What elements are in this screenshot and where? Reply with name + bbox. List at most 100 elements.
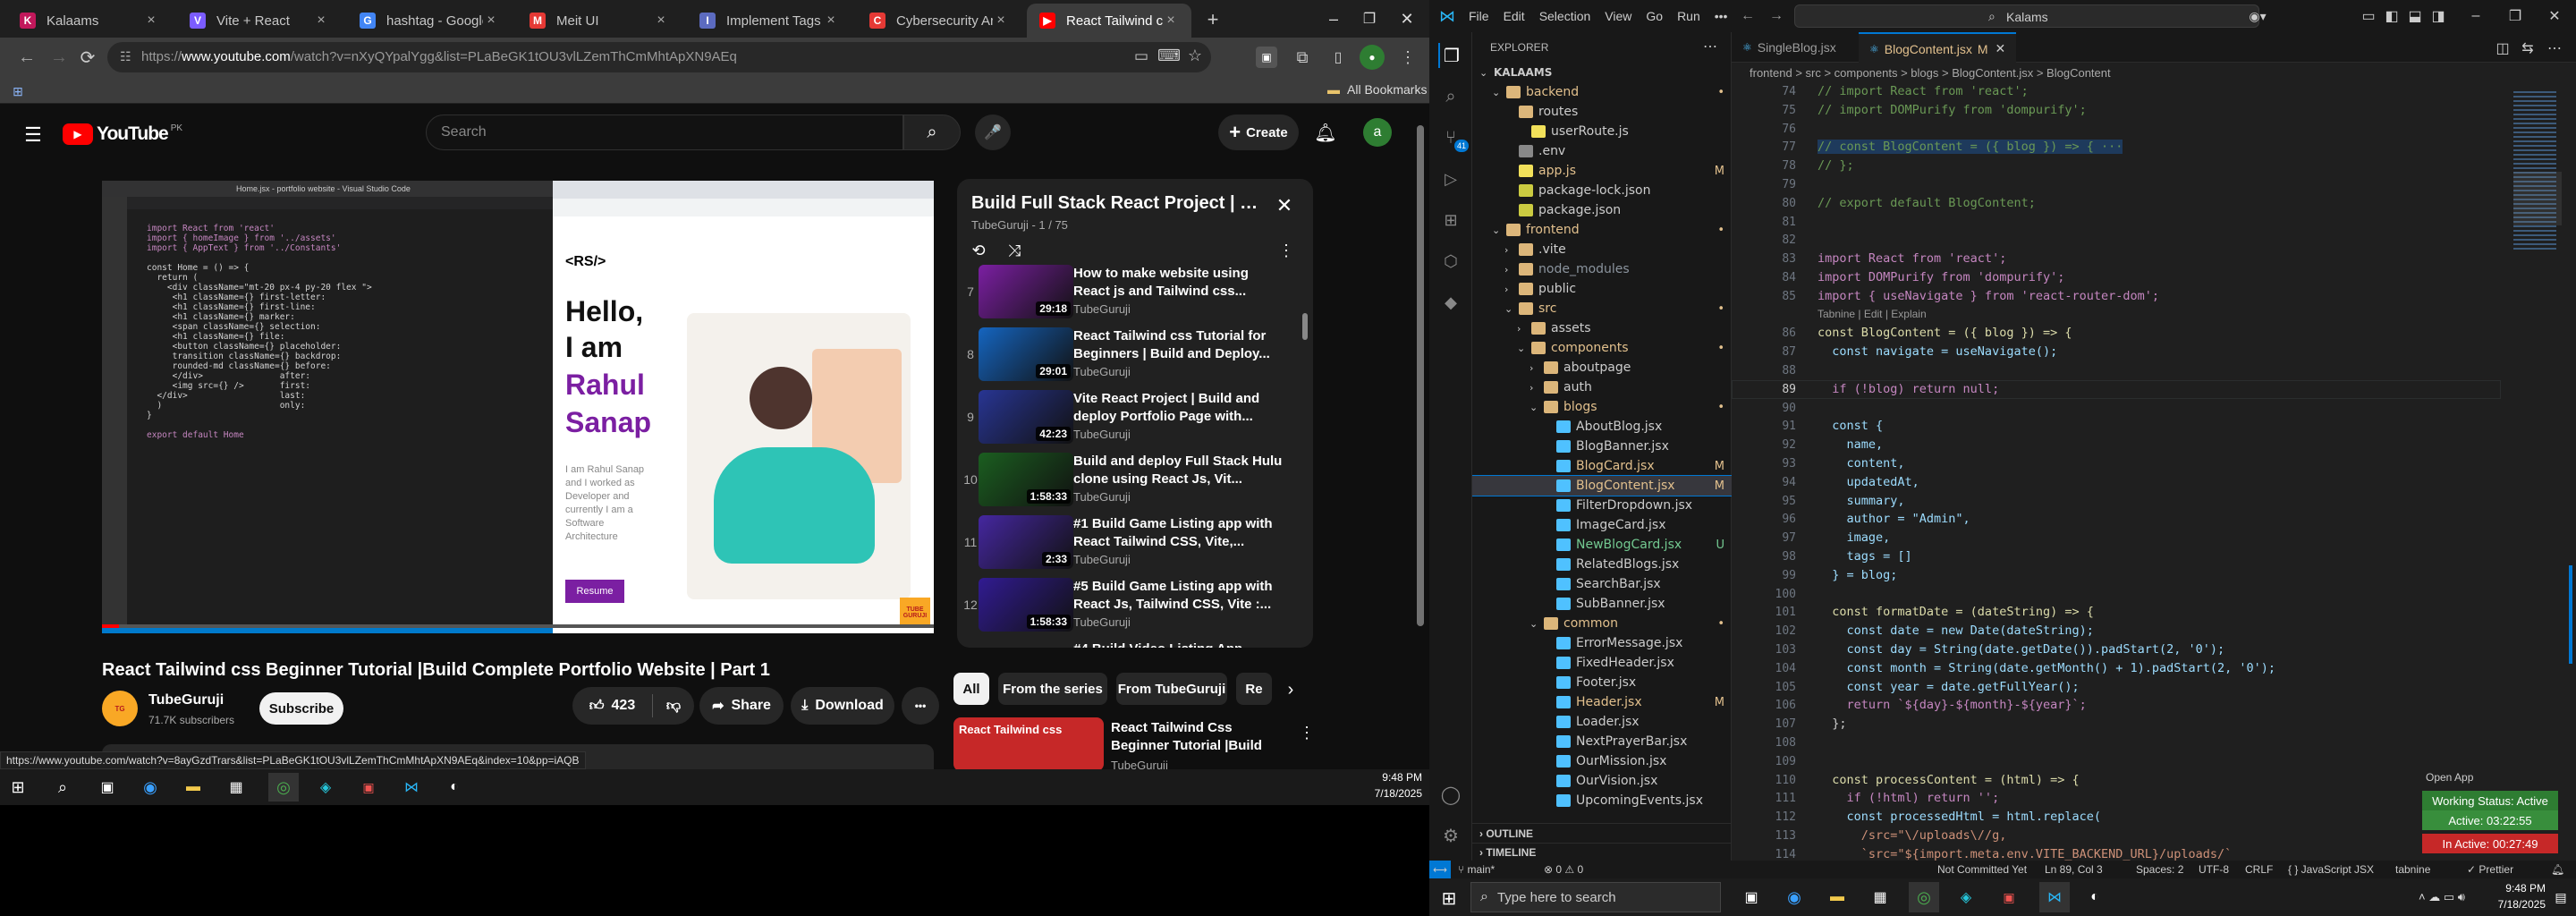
playlist-item[interactable]: 8 29:01 React Tailwind css Tutorial for Be… [957, 324, 1313, 386]
start-icon[interactable]: ⊞ [1438, 887, 1460, 909]
code-lens[interactable]: Tabnine | Edit | Explain [1818, 308, 1927, 320]
browser-tab[interactable]: Ghashtag - Google Sea× [347, 4, 512, 38]
sidepanel-icon[interactable]: ▯ [1327, 47, 1349, 68]
tree-file[interactable]: userRoute.js [1472, 122, 1732, 141]
explorer-more-icon[interactable]: ⋯ [1701, 38, 1719, 55]
file-explorer-icon[interactable]: ▬ [1826, 886, 1848, 908]
search-icon[interactable]: ⌕ [903, 114, 961, 150]
split-editor-icon[interactable]: ◫ [2494, 39, 2512, 57]
tab-close-icon[interactable]: × [143, 13, 159, 29]
line-endings[interactable]: CRLF [2245, 863, 2273, 876]
video-player[interactable]: Home.jsx - portfolio website - Visual St… [102, 181, 934, 633]
share-button[interactable]: ➦ Share [699, 687, 784, 725]
subscribe-button[interactable]: Subscribe [259, 692, 343, 725]
download-button[interactable]: ⤓ Download [791, 687, 894, 725]
tree-folder[interactable]: routes [1472, 102, 1732, 122]
tree-file[interactable]: BlogContent.jsx M [1472, 475, 1732, 496]
address-bar[interactable]: ☷ https://www.youtube.com/watch?v=nXyQYp… [107, 42, 1211, 72]
tree-folder[interactable]: › aboutpage [1472, 358, 1732, 377]
code-area[interactable]: 74 // import React from 'react'; 75 // impo… [1732, 82, 2501, 861]
tree-file[interactable]: NextPrayerBar.jsx [1472, 732, 1732, 751]
channel-name[interactable]: TubeGuruji [148, 692, 224, 708]
tree-folder[interactable]: › public [1472, 279, 1732, 299]
search-input[interactable]: Search [426, 114, 903, 150]
playlist-item[interactable]: 9 42:23 Vite React Project | Build and dep… [957, 386, 1313, 449]
tabnine-status[interactable]: tabnine [2395, 863, 2430, 876]
settings-gear-icon[interactable]: ⚙ [1438, 823, 1463, 848]
git-branch[interactable]: ⑂ main* [1458, 863, 1495, 876]
tab-close-icon[interactable]: × [313, 13, 329, 29]
new-tab-icon[interactable]: + [1200, 7, 1225, 32]
url-text[interactable]: https://www.youtube.com/watch?v=nXyQYpal… [141, 49, 1089, 64]
panel-toggle-icon[interactable]: ⬓ [2406, 7, 2424, 25]
menu-item[interactable]: ••• [1715, 9, 1728, 23]
explorer-icon[interactable]: ❐ [1438, 43, 1463, 68]
all-bookmarks[interactable]: ▬ All Bookmarks [1327, 82, 1427, 97]
menu-item[interactable]: Run [1677, 9, 1700, 23]
apps-grid-icon[interactable]: ⊞ [9, 82, 27, 100]
tab-blogcontent[interactable]: ⚛ BlogContent.jsx M ✕ [1859, 32, 2016, 64]
tree-file[interactable]: .env [1472, 141, 1732, 161]
chip-all[interactable]: All [953, 673, 989, 705]
tree-folder[interactable]: ⌄ src • [1472, 299, 1732, 318]
tab-close-icon[interactable]: × [993, 13, 1009, 29]
tree-folder[interactable]: › node_modules [1472, 259, 1732, 279]
bookmark-star-icon[interactable]: ☆ [1188, 47, 1202, 65]
tree-file[interactable]: FilterDropdown.jsx [1472, 496, 1732, 515]
app-icon[interactable]: ◈ [1955, 886, 1977, 908]
command-center[interactable]: ⌕ Kalams [1794, 4, 2259, 28]
problems-indicator[interactable]: ⊗ 0 ⚠ 0 [1544, 863, 1583, 876]
mic-icon[interactable]: 🎤 [975, 114, 1011, 150]
timeline-section[interactable]: › TIMELINE [1472, 843, 1732, 861]
run-debug-icon[interactable]: ▷ [1438, 166, 1463, 191]
tree-folder[interactable]: › auth [1472, 377, 1732, 397]
reload-icon[interactable]: ⟳ [75, 45, 100, 70]
browser-tab[interactable]: ▶ React Tailwind css× [1027, 4, 1191, 38]
breadcrumb[interactable]: frontend > src > components > blogs > Bl… [1750, 66, 2465, 80]
store-icon[interactable]: ▦ [1869, 886, 1891, 908]
extensions-puzzle-icon[interactable]: ⧉ [1292, 47, 1313, 68]
windows-start-icon[interactable]: ⊞ [7, 776, 29, 798]
maximize-icon[interactable]: ❐ [1358, 7, 1381, 30]
tree-file[interactable]: UpcomingEvents.jsx [1472, 791, 1732, 810]
tree-file[interactable]: package.json [1472, 200, 1732, 220]
tree-folder[interactable]: ⌄ components • [1472, 338, 1732, 358]
create-button[interactable]: + Create [1218, 114, 1299, 150]
layout-toggle-icon[interactable]: ▭ [2360, 7, 2377, 25]
close-playlist-icon[interactable]: ✕ [1270, 191, 1299, 220]
playlist-item[interactable]: 10 1:58:33 Build and deploy Full Stack Hul… [957, 449, 1313, 512]
task-view-icon[interactable]: ▣ [97, 776, 118, 798]
shuffle-icon[interactable]: ⤨ [1000, 236, 1029, 265]
copilot-icon[interactable]: ◉▾ [2240, 7, 2275, 25]
playlist-title[interactable]: Build Full Stack React Project | Com... [971, 193, 1267, 214]
tab-close-icon[interactable]: ✕ [1996, 41, 2006, 56]
related-menu-icon[interactable]: ⋮ [1295, 721, 1318, 744]
chrome-menu-icon[interactable]: ⋮ [1397, 45, 1419, 70]
prettier-status[interactable]: ✓ Prettier [2467, 863, 2513, 876]
notifications-bell-icon[interactable]: 🔔︎ [1311, 118, 1340, 147]
youtube-logo[interactable]: ▶ YouTube PK [63, 123, 182, 145]
progress-bar[interactable] [102, 624, 934, 628]
chip-next-icon[interactable]: › [1277, 676, 1304, 703]
indentation[interactable]: Spaces: 2 [2136, 863, 2183, 876]
extensions-icon[interactable]: ⊞ [1438, 208, 1463, 233]
search-view-icon[interactable]: ⌕ [1438, 84, 1463, 109]
tree-file[interactable]: OurMission.jsx [1472, 751, 1732, 771]
translate-icon[interactable]: ⌨ [1157, 47, 1181, 65]
playlist-item[interactable]: 11 2:33 #1 Build Game Listing app with Rea… [957, 512, 1313, 574]
browser-tab[interactable]: C Cybersecurity Archive× [857, 4, 1021, 38]
menu-item[interactable]: Selection [1539, 9, 1591, 23]
tree-file[interactable]: ErrorMessage.jsx [1472, 633, 1732, 653]
cursor-position[interactable]: Ln 89, Col 3 [2045, 863, 2103, 876]
browser-tab[interactable]: M Meit UI × [517, 4, 682, 38]
sidebar-toggle-icon[interactable]: ◧ [2383, 7, 2401, 25]
workspace-root[interactable]: ⌄ KALAAMS [1472, 63, 1732, 82]
editor-more-icon[interactable]: ⋯ [2546, 39, 2563, 57]
tree-file[interactable]: SubBanner.jsx [1472, 594, 1732, 614]
tree-file[interactable]: OurVision.jsx [1472, 771, 1732, 791]
vs-close-icon[interactable]: ✕ [2546, 7, 2563, 25]
tree-folder[interactable]: › assets [1472, 318, 1732, 338]
git-blame[interactable]: Not Committed Yet [1937, 863, 2027, 876]
related-thumbnail[interactable]: React Tailwind css [953, 717, 1104, 771]
hamburger-menu-icon[interactable]: ☰ [20, 122, 47, 148]
